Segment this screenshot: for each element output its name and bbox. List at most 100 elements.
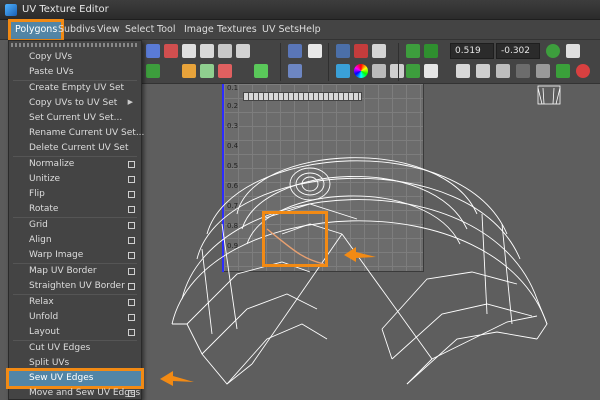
menu-item-copy-uvs[interactable]: Copy UVs [9,50,141,65]
flip-v-icon[interactable] [200,44,214,58]
edge-callout-box [262,211,328,267]
grid-icon[interactable] [336,44,350,58]
menu-item-label: Sew UV Edges [29,373,94,383]
checker-icon[interactable] [308,44,322,58]
menu-item-straighten-uv-border[interactable]: Straighten UV Border [9,279,141,294]
menu-item-label: Copy UVs [29,52,73,62]
menu-textures[interactable]: Textures [217,24,257,35]
menu-item-paste-uvs[interactable]: Paste UVs [9,65,141,80]
title-bar: UV Texture Editor [0,0,600,20]
isolate-icon[interactable] [406,44,420,58]
paste-uv-icon[interactable] [476,64,490,78]
option-box-icon[interactable] [128,268,135,275]
menu-item-align[interactable]: Align [9,233,141,248]
checker-tile-icon[interactable] [424,64,438,78]
rgb-channel-icon[interactable] [354,64,368,78]
uv-viewport[interactable]: 0.1 0.2 0.3 0.4 0.5 0.6 0.7 0.8 0.9 [142,84,600,400]
close-view-icon[interactable] [576,64,590,78]
image-icon[interactable] [288,44,302,58]
option-box-icon[interactable] [128,252,135,259]
menu-item-delete-current-uv-set[interactable]: Delete Current UV Set [9,141,141,156]
window-title: UV Texture Editor [22,4,109,15]
option-box-icon[interactable] [128,176,135,183]
pointer-arrow-icon [344,247,376,262]
option-box-icon[interactable] [128,329,135,336]
menu-item-rename-current-uv-set[interactable]: Rename Current UV Set... [9,126,144,141]
menu-polygons[interactable]: Polygons [7,19,65,42]
menu-item-flip[interactable]: Flip [9,187,141,202]
menu-item-create-empty-uv-set[interactable]: Create Empty UV Set [9,81,141,96]
menu-help[interactable]: Help [299,24,321,35]
relax-icon[interactable] [254,64,268,78]
cut-icon[interactable] [182,64,196,78]
uv-toolbar [142,40,600,84]
align-uv-icon[interactable] [236,44,250,58]
polygons-menu: Copy UVs Paste UVs Create Empty UV Set Copy… [6,40,144,400]
menu-item-label: Split UVs [29,358,70,368]
uv-rotate-icon[interactable] [164,44,178,58]
pixel-snap-icon[interactable] [390,64,404,78]
v-value-field[interactable] [496,43,540,59]
option-box-icon[interactable] [128,206,135,213]
tear-off-line[interactable] [11,43,139,47]
menu-select[interactable]: Select [125,24,154,35]
menu-view[interactable]: View [97,24,120,35]
delete-icon[interactable] [516,64,530,78]
menu-item-label: Delete Current UV Set [29,143,129,153]
texture-borders-icon[interactable] [336,64,350,78]
u-value-field[interactable] [450,43,494,59]
menu-item-sew-uv-edges[interactable]: Sew UV Edges [6,368,144,389]
menu-item-move-and-sew-uv-edges[interactable]: Move and Sew UV Edges [9,386,141,400]
menu-item-unfold[interactable]: Unfold [9,310,141,325]
option-box-icon[interactable] [128,390,135,397]
uv-mesh-wireframe[interactable] [142,84,600,400]
menu-uv-sets[interactable]: UV Sets [262,24,299,35]
alpha-channel-icon[interactable] [372,64,386,78]
layout-icon[interactable] [218,64,232,78]
menu-bar: Polygons Subdivs View Select Tool Image … [0,19,600,42]
menu-item-label: Flip [29,189,45,199]
option-box-icon[interactable] [128,222,135,229]
menu-item-unitize[interactable]: Unitize [9,172,141,187]
menu-item-rotate[interactable]: Rotate [9,202,141,217]
shaded-icon[interactable] [372,44,386,58]
menu-item-normalize[interactable]: Normalize [9,157,141,172]
menu-item-layout[interactable]: Layout [9,325,141,340]
paste-u-icon[interactable] [496,64,510,78]
menu-item-label: Paste UVs [29,67,74,77]
menu-item-grid[interactable]: Grid [9,218,141,233]
refresh-icon[interactable] [546,44,560,58]
option-box-icon[interactable] [128,191,135,198]
menu-subdivs[interactable]: Subdivs [58,24,95,35]
view-settings-icon[interactable] [556,64,570,78]
uv-move-icon[interactable] [146,44,160,58]
menu-item-map-uv-border[interactable]: Map UV Border [9,264,141,279]
option-box-icon[interactable] [128,314,135,321]
menu-item-label: Relax [29,297,54,307]
unfold-icon[interactable] [200,64,214,78]
snap-icon[interactable] [354,44,368,58]
copy-uv-icon[interactable] [456,64,470,78]
option-box-icon[interactable] [128,161,135,168]
menu-item-relax[interactable]: Relax [9,295,141,310]
cycle-uv-icon[interactable] [218,44,232,58]
lock-icon[interactable] [536,64,550,78]
uv-entry-icon[interactable] [566,44,580,58]
option-box-icon[interactable] [128,237,135,244]
remove-isolate-icon[interactable] [406,64,420,78]
sew-icon[interactable] [146,64,160,78]
menu-item-cut-uv-edges[interactable]: Cut UV Edges [9,341,141,356]
menu-image[interactable]: Image [184,24,214,35]
option-box-icon[interactable] [128,299,135,306]
menu-item-split-uvs[interactable]: Split UVs [9,356,141,371]
flip-u-icon[interactable] [182,44,196,58]
menu-item-warp-image[interactable]: Warp Image [9,248,141,263]
menu-item-set-current-uv-set[interactable]: Set Current UV Set... [9,111,141,126]
menu-item-label: Move and Sew UV Edges [29,388,141,398]
add-to-isolate-icon[interactable] [424,44,438,58]
dim-image-icon[interactable] [288,64,302,78]
option-box-icon[interactable] [128,283,135,290]
menu-tool[interactable]: Tool [157,24,175,35]
app-icon [5,4,17,16]
menu-item-copy-uvs-to-uv-set[interactable]: Copy UVs to UV Set ▶ [9,96,141,111]
